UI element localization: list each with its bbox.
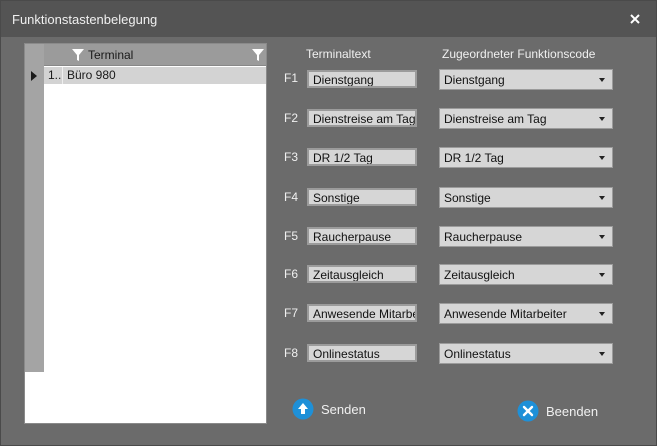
terminal-cell[interactable]: Büro 980 [67,68,116,82]
function-code-select[interactable]: Raucherpause [439,226,613,247]
function-code-select[interactable]: Onlinestatus [439,343,613,364]
current-row-indicator-icon [31,71,37,81]
send-button[interactable]: Senden [292,398,372,424]
terminal-text-input[interactable]: Raucherpause [307,227,417,245]
dialog-window: Funktionstastenbelegung Terminal 1.. Bür… [0,0,657,446]
filter-icon[interactable] [252,49,264,61]
exit-button-label: Beenden [546,404,599,419]
window-title: Funktionstastenbelegung [12,12,158,27]
fkey-label: F3 [284,150,299,164]
upload-icon [292,398,314,420]
terminal-text-input[interactable]: Anwesende Mitarbeiter [307,304,417,322]
grid-header: Terminal [44,44,266,66]
terminal-text-input[interactable]: Dienstreise am Tag [307,109,417,127]
chevron-down-icon [599,196,605,200]
chevron-down-icon [599,273,605,277]
fkey-label: F8 [284,346,299,360]
close-circle-icon [517,400,539,422]
table-row[interactable]: 1.. Büro 980 [44,67,266,84]
terminal-text-input[interactable]: Dienstgang [307,70,417,88]
select-value: DR 1/2 Tag [444,151,504,165]
chevron-down-icon [599,117,605,121]
column-header-terminal[interactable]: Terminal [88,48,133,62]
select-value: Dienstreise am Tag [444,112,547,126]
close-icon[interactable] [624,8,646,30]
send-button-label: Senden [321,402,366,417]
select-value: Dienstgang [444,73,505,87]
funktionscode-header: Zugeordneter Funktionscode [442,47,596,61]
function-code-select[interactable]: Zeitausgleich [439,264,613,285]
chevron-down-icon [599,235,605,239]
select-value: Raucherpause [444,230,523,244]
fkey-label: F4 [284,190,299,204]
chevron-down-icon [599,156,605,160]
title-bar: Funktionstastenbelegung [1,1,656,37]
terminal-text-input[interactable]: Onlinestatus [307,344,417,362]
cell-divider [62,67,63,84]
function-code-select[interactable]: DR 1/2 Tag [439,147,613,168]
fkey-label: F6 [284,267,299,281]
chevron-down-icon [599,352,605,356]
terminal-text-input[interactable]: DR 1/2 Tag [307,148,417,166]
chevron-down-icon [599,78,605,82]
fkey-label: F7 [284,306,299,320]
terminal-grid: Terminal 1.. Büro 980 [24,43,267,424]
select-value: Anwesende Mitarbeiter [444,307,567,321]
fkey-label: F5 [284,229,299,243]
terminaltext-header: Terminaltext [306,47,371,61]
row-number: 1.. [48,68,62,82]
select-value: Sonstige [444,191,491,205]
function-code-select[interactable]: Sonstige [439,187,613,208]
fkey-label: F1 [284,71,299,85]
function-code-select[interactable]: Dienstgang [439,69,613,90]
filter-icon[interactable] [72,49,84,61]
grid-row-header-column [25,44,44,372]
select-value: Onlinestatus [444,347,511,361]
terminal-text-input[interactable]: Zeitausgleich [307,265,417,283]
fkey-label: F2 [284,111,299,125]
function-code-select[interactable]: Dienstreise am Tag [439,108,613,129]
terminal-text-input[interactable]: Sonstige [307,188,417,206]
select-value: Zeitausgleich [444,268,515,282]
chevron-down-icon [599,312,605,316]
exit-button[interactable]: Beenden [517,400,602,426]
function-code-select[interactable]: Anwesende Mitarbeiter [439,303,613,324]
